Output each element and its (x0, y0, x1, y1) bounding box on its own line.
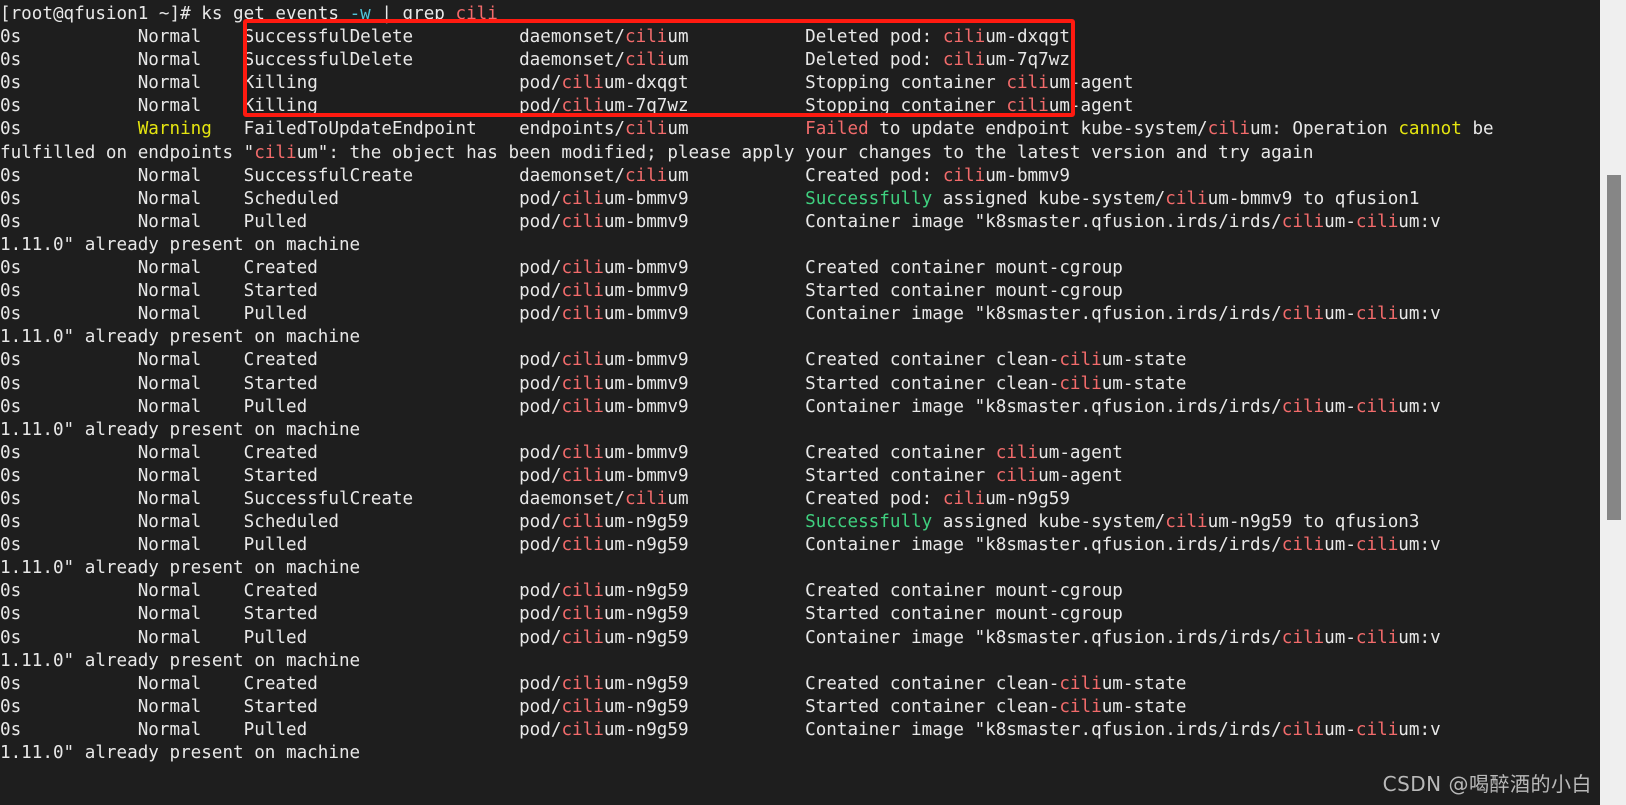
event-line-continuation: 1.11.0" already present on machine (0, 743, 361, 763)
event-row: 0s Normal Created pod/cilium-bmmv9 Creat… (0, 350, 1187, 371)
terminal-screenshot: [root@qfusion1 ~]# ks get events -w | gr… (0, 0, 1626, 805)
event-row: 0s Normal Pulled pod/cilium-n9g59 Contai… (0, 627, 1441, 648)
terminal-window[interactable]: [root@qfusion1 ~]# ks get events -w | gr… (0, 0, 1600, 805)
event-row: 0s Normal Created pod/cilium-n9g59 Creat… (0, 581, 1123, 602)
event-row: 0s Normal Started pod/cilium-n9g59 Start… (0, 696, 1187, 717)
event-row: 0s Normal Pulled pod/cilium-bmmv9 Contai… (0, 396, 1441, 417)
event-line-continuation: fulfilled on endpoints "cilium": the obj… (0, 142, 1314, 163)
event-row: 0s Normal Started pod/cilium-bmmv9 Start… (0, 281, 1123, 302)
event-row: 0s Normal Created pod/cilium-n9g59 Creat… (0, 673, 1187, 694)
event-row: 0s Normal Started pod/cilium-bmmv9 Start… (0, 465, 1123, 486)
event-row: 0s Normal Started pod/cilium-bmmv9 Start… (0, 373, 1187, 394)
terminal-output: [root@qfusion1 ~]# ks get events -w | gr… (0, 3, 1600, 765)
vertical-scrollbar-thumb[interactable] (1607, 175, 1621, 520)
event-row: 0s Normal Killing pod/cilium-7q7wz Stopp… (0, 96, 1134, 117)
event-row: 0s Normal SuccessfulDelete daemonset/cil… (0, 50, 1070, 71)
event-row: 0s Normal Pulled pod/cilium-bmmv9 Contai… (0, 211, 1441, 232)
event-row: 0s Normal Killing pod/cilium-dxqgt Stopp… (0, 73, 1134, 94)
event-line-continuation: 1.11.0" already present on machine (0, 558, 361, 579)
event-line-continuation: 1.11.0" already present on machine (0, 650, 361, 671)
event-line-continuation: 1.11.0" already present on machine (0, 419, 361, 440)
event-row: 0s Normal Pulled pod/cilium-n9g59 Contai… (0, 719, 1441, 740)
event-row: 0s Normal Pulled pod/cilium-bmmv9 Contai… (0, 304, 1441, 325)
event-row: 0s Normal Scheduled pod/cilium-n9g59 Suc… (0, 512, 1420, 533)
event-line-continuation: 1.11.0" already present on machine (0, 327, 361, 348)
csdn-watermark: CSDN @喝醉酒的小白 (1382, 772, 1592, 796)
vertical-scrollbar-track[interactable] (1600, 0, 1626, 805)
event-row: 0s Normal SuccessfulCreate daemonset/cil… (0, 165, 1070, 186)
event-row: 0s Warning FailedToUpdateEndpoint endpoi… (0, 119, 1494, 140)
event-line-continuation: 1.11.0" already present on machine (0, 234, 361, 255)
event-row: 0s Normal Created pod/cilium-bmmv9 Creat… (0, 258, 1123, 279)
event-row: 0s Normal SuccessfulCreate daemonset/cil… (0, 488, 1070, 509)
prompt-line: [root@qfusion1 ~]# ks get events -w | gr… (0, 4, 498, 24)
event-row: 0s Normal SuccessfulDelete daemonset/cil… (0, 27, 1070, 48)
event-row: 0s Normal Created pod/cilium-bmmv9 Creat… (0, 442, 1123, 463)
event-row: 0s Normal Pulled pod/cilium-n9g59 Contai… (0, 535, 1441, 556)
event-row: 0s Normal Started pod/cilium-n9g59 Start… (0, 604, 1123, 625)
event-row: 0s Normal Scheduled pod/cilium-bmmv9 Suc… (0, 188, 1420, 209)
